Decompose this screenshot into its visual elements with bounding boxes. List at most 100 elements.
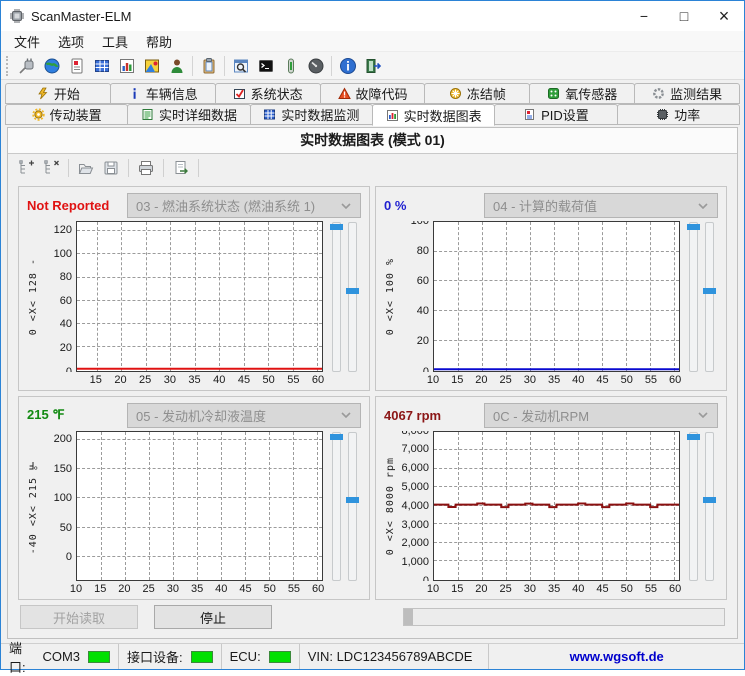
x-axis-ticks: 10 15 20 25 30 35 40 45 50 55 60	[426, 373, 682, 386]
o2-sensor-icon	[548, 88, 560, 99]
add-pid-button[interactable]	[14, 156, 38, 180]
y-zoom-slider[interactable]	[687, 222, 700, 372]
dashboard-button[interactable]	[139, 54, 164, 78]
tab-dtc[interactable]: 故障代码	[319, 83, 426, 104]
chart-grid: Not Reported 03 - 燃油系统状态 (燃油系统 1) 0 <X< …	[8, 182, 737, 602]
tab-power[interactable]: 功率	[616, 104, 740, 125]
maximize-button[interactable]: □	[664, 1, 704, 31]
pid-selector[interactable]: 05 - 发动机冷却液温度	[127, 402, 361, 428]
search-button[interactable]	[228, 54, 253, 78]
tab-start[interactable]: 开始	[5, 83, 111, 104]
slider-thumb[interactable]	[330, 224, 343, 230]
charts-button[interactable]	[114, 54, 139, 78]
exit-button[interactable]	[360, 54, 385, 78]
info-icon	[339, 57, 356, 74]
open-button[interactable]	[74, 156, 98, 180]
slider-thumb[interactable]	[687, 433, 700, 440]
close-button[interactable]: ×	[704, 1, 744, 31]
page-export-icon	[175, 161, 188, 174]
chevron-down-icon	[341, 412, 351, 419]
pid-selector[interactable]: 03 - 燃油系统状态 (燃油系统 1)	[127, 193, 361, 218]
tab-live-data[interactable]: 实时详细数据	[127, 104, 251, 125]
thermometer-icon	[287, 58, 294, 73]
y-axis-range-label: 0 <X< 128 -	[28, 257, 39, 335]
x-axis-ticks: 15 20 25 30 35 40 45 50 55 60	[89, 373, 325, 386]
report-button[interactable]	[64, 54, 89, 78]
slider-thumb[interactable]	[346, 287, 359, 294]
toolbar-grip[interactable]	[6, 55, 11, 76]
slider-thumb[interactable]	[703, 497, 716, 504]
connect-button[interactable]	[14, 54, 39, 78]
bottom-controls: 开始读取 停止	[8, 602, 737, 638]
pid-value: 215 ℉	[27, 407, 65, 422]
y-scroll-slider[interactable]	[346, 431, 359, 581]
pid-value: Not Reported	[27, 198, 110, 213]
tab-pid-settings[interactable]: PID设置	[494, 104, 618, 125]
slider-thumb[interactable]	[703, 287, 716, 294]
y-scroll-slider[interactable]	[703, 431, 716, 581]
pid-selector[interactable]: 0C - 发动机RPM	[484, 402, 718, 428]
chart-toolbar	[8, 154, 737, 182]
slider-thumb[interactable]	[687, 224, 700, 230]
codes-button[interactable]	[196, 54, 221, 78]
vehicle-button[interactable]	[164, 54, 189, 78]
terminal-button[interactable]	[253, 54, 278, 78]
ecu-status-led	[268, 650, 291, 663]
tab-strip: 开始 车辆信息 系统状态 故障代码 冻结帧 氧传感器 监测结果 传动装置 实时详…	[1, 80, 744, 126]
y-zoom-slider[interactable]	[330, 431, 343, 581]
tab-vehicle-info[interactable]: 车辆信息	[109, 83, 216, 104]
about-button[interactable]	[335, 54, 360, 78]
stop-button[interactable]: 停止	[154, 605, 272, 629]
data-grid-button[interactable]	[89, 54, 114, 78]
y-axis-ticks: 0 20 40 60 80 100 120	[53, 224, 72, 372]
tab-live-monitor[interactable]: 实时数据监测	[249, 104, 373, 125]
y-axis-range-label: -40 <X< 215 ℉	[28, 457, 39, 554]
save-button[interactable]	[99, 156, 123, 180]
toolbar-separator	[163, 159, 164, 177]
export-button[interactable]	[169, 156, 193, 180]
tab-drivetrain[interactable]: 传动装置	[5, 104, 129, 125]
speedometer-button[interactable]	[303, 54, 328, 78]
x-axis-ticks: 10 15 20 25 30 35 40 45 50 55 60	[69, 583, 325, 595]
y-scroll-slider[interactable]	[703, 222, 716, 372]
x-axis-ticks: 10 15 20 25 30 35 40 45 50 55 60	[426, 583, 682, 595]
plot-area	[76, 430, 323, 581]
y-scroll-slider[interactable]	[346, 222, 359, 372]
interface-status-led	[190, 650, 213, 663]
y-zoom-slider[interactable]	[687, 431, 700, 581]
chart-panel-fuel-system: Not Reported 03 - 燃油系统状态 (燃油系统 1) 0 <X< …	[18, 186, 370, 391]
menu-bar: 文件 选项 工具 帮助	[1, 31, 744, 52]
minimize-button[interactable]: −	[624, 1, 664, 31]
slider-thumb[interactable]	[346, 497, 359, 504]
slider-thumb[interactable]	[330, 433, 343, 440]
plot-area	[433, 221, 680, 372]
remove-pid-button[interactable]	[39, 156, 63, 180]
chevron-down-icon	[341, 202, 351, 209]
interface-label: 接口设备:	[127, 650, 183, 665]
tab-system-status[interactable]: 系统状态	[214, 83, 321, 104]
chart-bars-icon	[386, 109, 398, 121]
chevron-down-icon	[698, 202, 708, 209]
language-button[interactable]	[39, 54, 64, 78]
menu-options[interactable]: 选项	[49, 31, 93, 52]
tab-live-charts[interactable]: 实时数据图表	[371, 104, 496, 126]
print-button[interactable]	[134, 156, 158, 180]
menu-help[interactable]: 帮助	[137, 31, 181, 52]
tab-freeze-frame[interactable]: 冻结帧	[424, 83, 531, 104]
tab-o2-sensor[interactable]: 氧传感器	[529, 83, 636, 104]
y-zoom-slider[interactable]	[330, 222, 343, 372]
progress-handle	[404, 609, 413, 625]
gauge-icon	[308, 58, 323, 73]
tab-monitor-results[interactable]: 监测结果	[634, 83, 741, 104]
chart-panel-coolant-temp: 215 ℉ 05 - 发动机冷却液温度 -40 <X< 215 ℉ 0 50 100…	[18, 395, 370, 600]
pid-selector[interactable]: 04 - 计算的载荷值	[484, 193, 718, 218]
menu-file[interactable]: 文件	[5, 31, 49, 52]
plot-area	[433, 430, 680, 581]
grid-icon	[94, 59, 109, 72]
ecu-label: ECU:	[229, 649, 261, 664]
sensor-gauge-button[interactable]	[278, 54, 303, 78]
menu-tools[interactable]: 工具	[93, 31, 137, 52]
port-value: COM3	[42, 649, 80, 664]
website-link[interactable]: www.wgsoft.de	[570, 649, 664, 664]
start-reading-button[interactable]: 开始读取	[20, 605, 138, 629]
